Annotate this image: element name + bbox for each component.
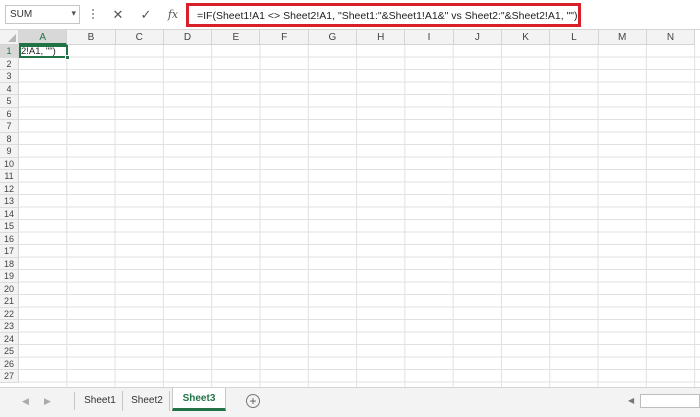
- cancel-icon[interactable]: ✕: [108, 6, 128, 24]
- column-header[interactable]: E: [212, 30, 261, 45]
- row-header[interactable]: 18: [0, 257, 19, 270]
- row-header[interactable]: 11: [0, 170, 19, 183]
- column-header[interactable]: M: [598, 30, 647, 45]
- row-header[interactable]: 3: [0, 70, 19, 83]
- column-header[interactable]: C: [115, 30, 164, 45]
- insert-function-icon[interactable]: fx: [163, 6, 183, 24]
- row-header[interactable]: 7: [0, 120, 19, 133]
- formula-text: =IF(Sheet1!A1 <> Sheet2!A1, "Sheet1:"&Sh…: [197, 10, 578, 22]
- column-header[interactable]: N: [646, 30, 696, 45]
- column-header[interactable]: L: [550, 30, 599, 45]
- column-header[interactable]: K: [501, 30, 551, 45]
- row-header[interactable]: 5: [0, 95, 19, 108]
- row-header[interactable]: 13: [0, 195, 19, 208]
- scroll-tabs-left-icon[interactable]: ◀: [22, 396, 29, 407]
- tab-sheet3[interactable]: Sheet3: [172, 388, 226, 411]
- row-header[interactable]: 25: [0, 345, 19, 358]
- row-header[interactable]: 17: [0, 245, 19, 258]
- row-header[interactable]: 6: [0, 107, 19, 120]
- column-header[interactable]: I: [405, 30, 454, 45]
- column-header[interactable]: F: [260, 30, 309, 45]
- row-header[interactable]: 20: [0, 282, 19, 295]
- row-headers: 1 2 3 4 5 6 7 8 9 10 11 12 13 14 15 16 17 18 19 20 21 22 23 24 2…: [0, 45, 19, 383]
- tab-separator: [74, 392, 75, 410]
- column-header[interactable]: H: [357, 30, 406, 45]
- row-header[interactable]: 8: [0, 132, 19, 145]
- add-sheet-icon[interactable]: +: [246, 394, 260, 408]
- column-header[interactable]: B: [67, 30, 116, 45]
- name-box-value: SUM: [10, 9, 33, 20]
- cell-area[interactable]: [19, 45, 700, 387]
- row-header[interactable]: 1: [0, 45, 19, 58]
- chevron-down-icon[interactable]: ▾: [71, 8, 76, 19]
- formula-bar-row: SUM ▾ ✕ ✓ fx =IF(Sheet1!A1 <> Sheet2!A1,…: [0, 0, 700, 30]
- row-header[interactable]: 12: [0, 182, 19, 195]
- active-cell[interactable]: 2!A1, ""): [19, 45, 68, 58]
- confirm-icon[interactable]: ✓: [136, 6, 156, 24]
- row-header[interactable]: 19: [0, 270, 19, 283]
- row-header[interactable]: 21: [0, 295, 19, 308]
- row-header[interactable]: 14: [0, 207, 19, 220]
- name-box[interactable]: SUM ▾: [5, 5, 80, 24]
- active-cell-text: 2!A1, ""): [21, 46, 56, 57]
- scroll-left-icon[interactable]: ◀: [628, 394, 638, 408]
- tab-sheet2[interactable]: Sheet2: [125, 391, 170, 411]
- row-header[interactable]: 4: [0, 82, 19, 95]
- row-header[interactable]: 23: [0, 320, 19, 333]
- row-header[interactable]: 9: [0, 145, 19, 158]
- column-header[interactable]: J: [453, 30, 502, 45]
- row-header[interactable]: 15: [0, 220, 19, 233]
- sheet-tab-bar: ◀ ▶ Sheet1 Sheet2 Sheet3 + ◀: [0, 387, 700, 417]
- column-header[interactable]: G: [308, 30, 358, 45]
- spreadsheet-grid[interactable]: ABCDEFGHIJKLMN 1 2 3 4 5 6 7 8 9 10 11 12 13 14 15 16 17…: [0, 30, 700, 387]
- formula-input[interactable]: =IF(Sheet1!A1 <> Sheet2!A1, "Sheet1:"&Sh…: [186, 3, 581, 27]
- fill-handle[interactable]: [65, 55, 70, 60]
- tab-sheet1[interactable]: Sheet1: [78, 391, 123, 411]
- row-header[interactable]: 16: [0, 232, 19, 245]
- row-header[interactable]: 2: [0, 57, 19, 70]
- column-header[interactable]: D: [163, 30, 213, 45]
- horizontal-scrollbar[interactable]: [640, 394, 700, 408]
- scroll-tabs-right-icon[interactable]: ▶: [44, 396, 51, 407]
- select-all-corner[interactable]: [0, 30, 19, 45]
- row-header[interactable]: 27: [0, 370, 19, 383]
- column-header[interactable]: A: [19, 30, 68, 45]
- column-headers: ABCDEFGHIJKLMN: [19, 30, 696, 45]
- row-header[interactable]: 10: [0, 157, 19, 170]
- row-header[interactable]: 26: [0, 357, 19, 370]
- row-header[interactable]: 24: [0, 332, 19, 345]
- row-header[interactable]: 22: [0, 307, 19, 320]
- grip-handle[interactable]: [92, 9, 95, 21]
